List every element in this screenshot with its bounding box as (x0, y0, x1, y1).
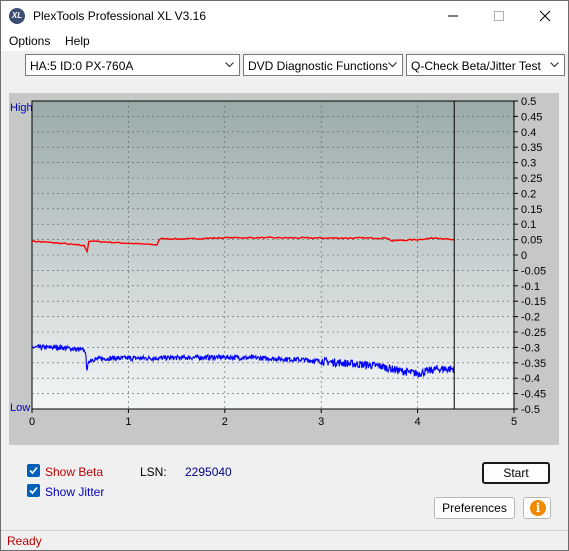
show-beta-label[interactable]: Show Beta (45, 465, 103, 479)
x-tick-label: 2 (222, 416, 228, 428)
x-tick-label: 5 (511, 416, 517, 428)
menu-options[interactable]: Options (9, 34, 50, 48)
status-text: Ready (7, 534, 42, 548)
chevron-down-icon (225, 62, 234, 68)
y-tick-label: 0.1 (521, 219, 536, 231)
show-jitter-checkbox[interactable] (27, 484, 40, 497)
function-select-value: DVD Diagnostic Functions (248, 59, 389, 73)
y-tick-label: 0.05 (521, 235, 542, 247)
drive-select[interactable]: HA:5 ID:0 PX-760A (25, 54, 240, 76)
test-select-value: Q-Check Beta/Jitter Test (411, 59, 541, 73)
y-axis-right: 0.5 0.45 0.4 0.35 0.3 0.25 0.2 0.15 0.1 0.05 0 -0.0… (514, 96, 546, 416)
y-tick-label: -0.45 (521, 389, 546, 401)
close-button[interactable] (522, 1, 568, 31)
y-tick-label: -0.5 (521, 404, 540, 416)
y-tick-label: 0.45 (521, 111, 542, 123)
preferences-button[interactable]: Preferences (434, 497, 515, 519)
chart-panel: 012345 0.5 0.45 0.4 0.35 0.3 0.25 0.2 0.15 0.1 0.… (9, 93, 559, 445)
status-bar: Ready (1, 530, 568, 550)
checkmark-icon (29, 486, 38, 495)
app-icon: XL (9, 8, 25, 24)
y-tick-label: -0.3 (521, 342, 540, 354)
info-button[interactable]: i (523, 497, 551, 519)
y-tick-label: 0.35 (521, 142, 542, 154)
y-tick-label: 0.25 (521, 173, 542, 185)
x-tick-label: 0 (29, 416, 35, 428)
show-jitter-label[interactable]: Show Jitter (45, 485, 104, 499)
minimize-button[interactable] (430, 1, 476, 31)
maximize-button[interactable] (476, 1, 522, 31)
y-label-high: High (10, 102, 33, 114)
function-select[interactable]: DVD Diagnostic Functions (243, 54, 403, 76)
y-tick-label: -0.05 (521, 265, 546, 277)
toolbar: HA:5 ID:0 PX-760A DVD Diagnostic Functio… (1, 51, 568, 81)
beta-jitter-chart: 012345 0.50.450.40.350.30.250.20.150.10.… (10, 96, 546, 428)
menu-help[interactable]: Help (65, 34, 90, 48)
y-tick-label: -0.25 (521, 327, 546, 339)
y-tick-label: -0.4 (521, 373, 540, 385)
x-axis: 0 1 2 3 4 5 (29, 409, 517, 428)
checkmark-icon (29, 466, 38, 475)
test-select[interactable]: Q-Check Beta/Jitter Test (406, 54, 565, 76)
info-icon: i (530, 500, 546, 516)
window-title: PlexTools Professional XL V3.16 (33, 9, 206, 23)
lsn-value: 2295040 (185, 465, 232, 479)
drive-select-value: HA:5 ID:0 PX-760A (30, 59, 134, 73)
maximize-icon (494, 11, 504, 21)
start-button[interactable]: Start (482, 462, 550, 484)
y-tick-label: 0.15 (521, 204, 542, 216)
title-bar[interactable]: XL PlexTools Professional XL V3.16 (1, 1, 568, 31)
minimize-icon (448, 15, 458, 17)
chevron-down-icon (388, 62, 397, 68)
x-tick-label: 4 (415, 416, 421, 428)
y-tick-label: 0.5 (521, 96, 536, 108)
close-icon (539, 10, 551, 22)
x-tick-label: 3 (318, 416, 324, 428)
x-tick-label: 1 (125, 416, 131, 428)
y-tick-label: -0.2 (521, 312, 540, 324)
y-tick-label: 0.4 (521, 127, 536, 139)
y-tick-label: -0.1 (521, 281, 540, 293)
chevron-down-icon (550, 62, 559, 68)
main-window: XL PlexTools Professional XL V3.16 Optio… (0, 0, 569, 551)
y-tick-label: -0.35 (521, 358, 546, 370)
y-tick-label: -0.15 (521, 296, 546, 308)
y-label-low: Low (10, 402, 30, 414)
y-tick-label: 0 (521, 250, 527, 262)
lsn-label: LSN: (140, 465, 167, 479)
show-beta-checkbox[interactable] (27, 464, 40, 477)
y-tick-label: 0.2 (521, 188, 536, 200)
y-tick-label: 0.3 (521, 158, 536, 170)
menu-bar: Options Help (1, 31, 568, 51)
